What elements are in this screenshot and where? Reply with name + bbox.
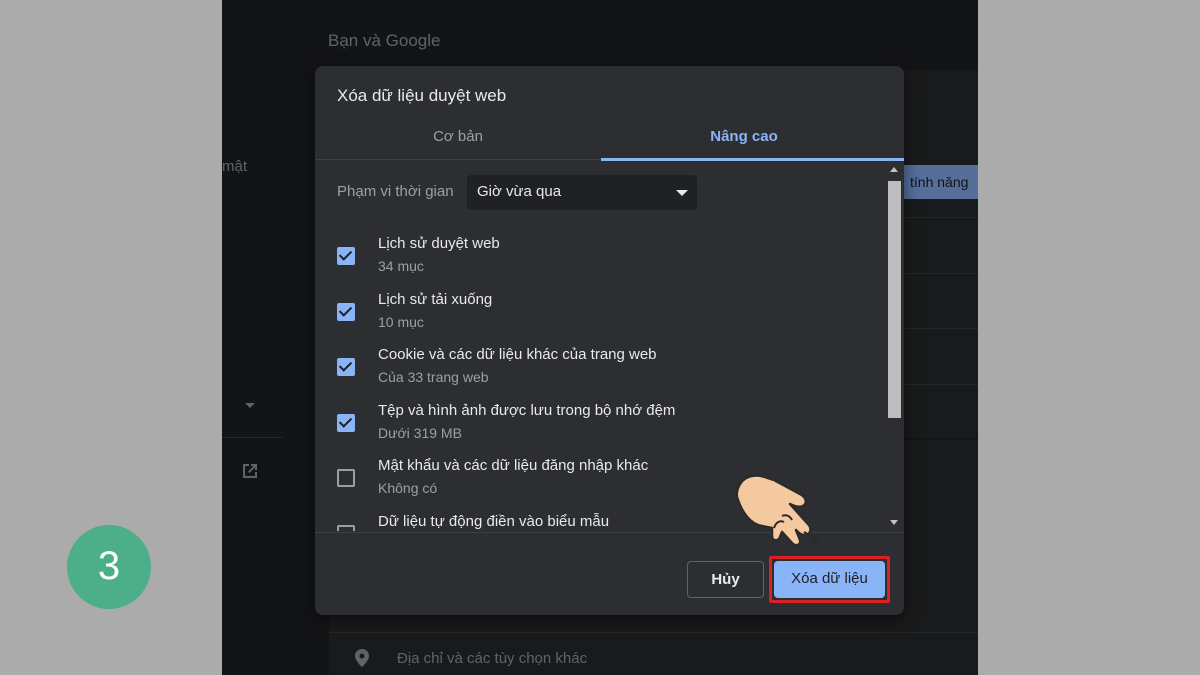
- cancel-button[interactable]: Hủy: [687, 561, 764, 598]
- item-title: Lịch sử tải xuống: [378, 291, 493, 308]
- item-title: Cookie và các dữ liệu khác của trang web: [378, 346, 657, 363]
- scrollbar[interactable]: [885, 161, 904, 531]
- checkbox-checked-icon[interactable]: [337, 303, 355, 321]
- scroll-up-icon[interactable]: [890, 167, 898, 172]
- tab-advanced[interactable]: Nâng cao: [601, 118, 887, 160]
- checkbox-checked-icon[interactable]: [337, 358, 355, 376]
- list-item[interactable]: Cookie và các dữ liệu khác của trang web…: [315, 346, 885, 398]
- item-title: Tệp và hình ảnh được lưu trong bộ nhớ đệ…: [378, 402, 676, 419]
- item-subtitle: Dưới 319 MB: [378, 425, 462, 441]
- step-number-badge: 3: [67, 525, 151, 609]
- item-subtitle: Của 33 trang web: [378, 369, 489, 385]
- list-item[interactable]: Tệp và hình ảnh được lưu trong bộ nhớ đệ…: [315, 402, 885, 454]
- scroll-thumb[interactable]: [888, 181, 901, 418]
- tab-bar: Cơ bản Nâng cao: [315, 118, 904, 161]
- list-item[interactable]: Lịch sử duyệt web 34 mục: [315, 235, 885, 287]
- item-subtitle: 34 mục: [378, 258, 424, 274]
- item-title: Mật khẩu và các dữ liệu đăng nhập khác: [378, 457, 649, 474]
- dropdown-arrow-icon: [676, 190, 688, 196]
- list-item[interactable]: Lịch sử tải xuống 10 mục: [315, 291, 885, 343]
- item-title: Lịch sử duyệt web: [378, 235, 500, 252]
- checkbox-checked-icon[interactable]: [337, 247, 355, 265]
- item-subtitle: Không có: [378, 480, 438, 496]
- time-range-label: Phạm vi thời gian: [337, 183, 454, 200]
- item-subtitle: 10 mục: [378, 314, 424, 330]
- time-range-select[interactable]: Giờ vừa qua: [467, 175, 697, 210]
- item-title: Dữ liệu tự động điền vào biểu mẫu: [378, 513, 610, 530]
- checkbox-checked-icon[interactable]: [337, 414, 355, 432]
- dialog-title: Xóa dữ liệu duyệt web: [337, 86, 507, 105]
- scroll-down-icon[interactable]: [890, 520, 898, 525]
- checkbox-unchecked-icon[interactable]: [337, 469, 355, 487]
- clear-data-button[interactable]: Xóa dữ liệu: [774, 561, 885, 598]
- time-range-value: Giờ vừa qua: [477, 183, 562, 200]
- checkbox-unchecked-icon[interactable]: [337, 525, 355, 531]
- tab-basic[interactable]: Cơ bản: [315, 118, 601, 160]
- pointing-hand-icon: [735, 474, 820, 546]
